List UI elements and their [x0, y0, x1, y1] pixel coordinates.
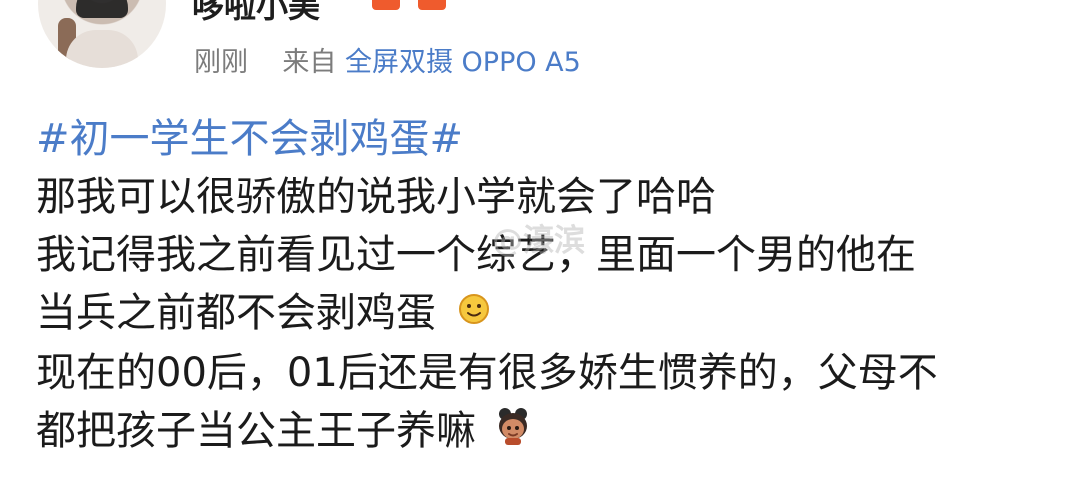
avatar-shirt-shape: [66, 30, 138, 68]
post-meta: 刚刚 来自 全屏双摄 OPPO A5: [194, 40, 581, 79]
post-source-link[interactable]: 全屏双摄 OPPO A5: [345, 47, 581, 78]
content-line: 都把孩子当公主王子养嘛: [36, 402, 1046, 462]
content-line-text: 都把孩子当公主王子养嘛: [36, 408, 476, 454]
sun-emoji-icon: [455, 286, 493, 344]
user-badge-icon: [418, 0, 446, 10]
avatar-hair-shape: [76, 0, 128, 18]
post-time: 刚刚: [194, 47, 248, 78]
content-line: 现在的00后，01后还是有很多娇生惯养的，父母不: [36, 350, 938, 396]
post-content: #初一学生不会剥鸡蛋# 那我可以很骄傲的说我小学就会了哈哈 我记得我之前看见过一…: [36, 110, 1046, 462]
doll-emoji-icon: [495, 404, 531, 462]
content-line: 当兵之前都不会剥鸡蛋: [36, 284, 1046, 344]
user-badge-icon: [372, 0, 400, 10]
avatar[interactable]: [38, 0, 166, 68]
watermark-text: @濠滨: [492, 223, 585, 259]
weibo-post-card: 哆啦小美 刚刚 来自 全屏双摄 OPPO A5 #初一学生不会剥鸡蛋# 那我可以…: [0, 0, 1080, 481]
post-from-label: 来自: [282, 47, 337, 78]
username[interactable]: 哆啦小美: [192, 0, 320, 27]
topic-link[interactable]: #初一学生不会剥鸡蛋#: [36, 110, 1046, 168]
content-line-text: 当兵之前都不会剥鸡蛋: [36, 290, 436, 336]
